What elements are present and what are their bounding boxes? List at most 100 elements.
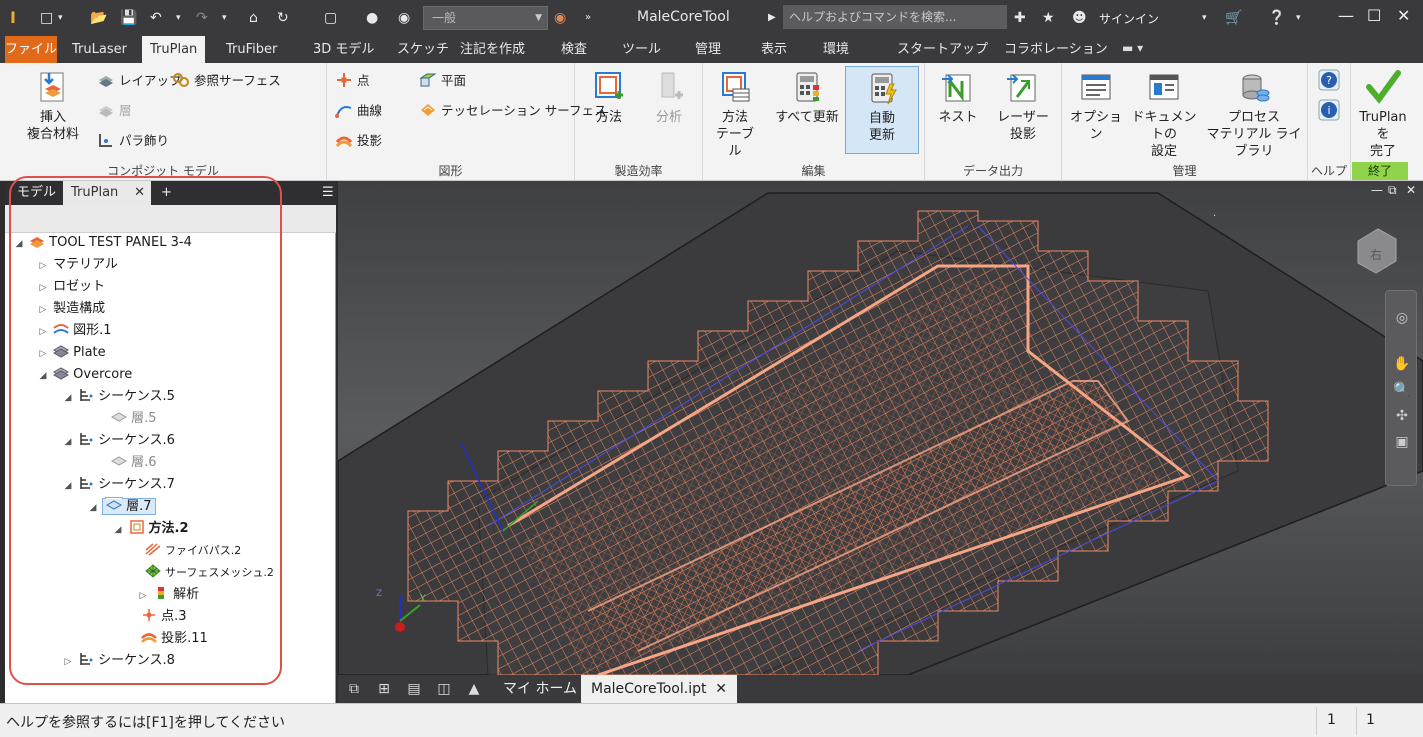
zoom-icon[interactable]: 🔍 bbox=[1386, 377, 1418, 403]
ribbon-display-options-icon[interactable]: ▬ ▾ bbox=[1122, 41, 1143, 55]
tree-node-layer-6[interactable]: 層.6 bbox=[95, 453, 157, 473]
layer-button[interactable]: 層 bbox=[97, 101, 132, 121]
open-file-icon[interactable]: 📂 bbox=[90, 9, 107, 27]
close-tab-icon[interactable]: ✕ bbox=[134, 181, 145, 205]
options-button[interactable]: オプション bbox=[1068, 69, 1124, 143]
expanded-arrow-icon[interactable]: ◢ bbox=[13, 234, 25, 254]
cascade-windows-icon[interactable]: ⧉ bbox=[344, 680, 364, 698]
tab-trulaser[interactable]: TruLaser bbox=[64, 36, 135, 63]
update-all-button[interactable]: すべて更新 bbox=[773, 69, 841, 126]
tab-truplan-browser[interactable]: TruPlan ✕ bbox=[63, 181, 151, 205]
help-dropdown-icon[interactable]: ▾ bbox=[1296, 9, 1301, 27]
ref-surface-button[interactable]: 参照サーフェス bbox=[172, 71, 281, 91]
tab-trufiber[interactable]: TruFiber bbox=[218, 36, 285, 63]
binoculars-icon[interactable]: ✚ bbox=[1014, 9, 1026, 27]
info-icon[interactable]: i bbox=[1318, 99, 1340, 121]
projection-button[interactable]: 投影 bbox=[335, 131, 382, 151]
tab-document[interactable]: MaleCoreTool.ipt ✕ bbox=[581, 675, 737, 703]
more-icon[interactable]: » bbox=[585, 9, 591, 27]
help-question-icon[interactable]: ? bbox=[1318, 69, 1340, 91]
collapsed-arrow-icon[interactable]: ▷ bbox=[37, 278, 49, 298]
collapsed-arrow-icon[interactable]: ▷ bbox=[37, 256, 49, 276]
tree-node-overcore[interactable]: ◢ Overcore bbox=[37, 365, 133, 386]
tree-node-material[interactable]: ▷ マテリアル bbox=[37, 255, 118, 275]
new-dropdown-icon[interactable]: ▾ bbox=[58, 9, 63, 27]
collapsed-arrow-icon[interactable]: ▷ bbox=[62, 652, 74, 672]
auto-update-button[interactable]: 自動 更新 bbox=[845, 66, 919, 154]
tree-node-method-2[interactable]: ◢ 方法.2 bbox=[112, 519, 189, 539]
home-icon[interactable]: ⌂ bbox=[249, 9, 258, 27]
tab-my-home[interactable]: マイ ホーム bbox=[493, 675, 587, 703]
undo-dropdown-icon[interactable]: ▾ bbox=[176, 9, 181, 27]
expanded-arrow-icon[interactable]: ◢ bbox=[37, 366, 49, 386]
tree-node-analysis[interactable]: ▷ 解析 bbox=[137, 585, 199, 605]
tree-node-root[interactable]: ◢ TOOL TEST PANEL 3-4 bbox=[13, 233, 192, 253]
appearance-icon[interactable]: ● bbox=[366, 9, 378, 27]
tab-tools[interactable]: ツール bbox=[614, 36, 669, 63]
help-search-input[interactable]: ヘルプおよびコマンドを検索... bbox=[783, 5, 1007, 29]
tree-node-sequence-7[interactable]: ◢ シーケンス.7 bbox=[62, 475, 175, 495]
tree-node-sequence-6[interactable]: ◢ シーケンス.6 bbox=[62, 431, 175, 451]
maximize-icon[interactable]: ☐ bbox=[1367, 6, 1381, 25]
arrange-up-icon[interactable]: ▲ bbox=[464, 680, 484, 698]
tree-node-manufacturing[interactable]: ▷ 製造構成 bbox=[37, 299, 106, 319]
select-icon[interactable]: ▢ bbox=[324, 9, 337, 27]
pan-hand-icon[interactable]: ✋ bbox=[1386, 351, 1418, 377]
nest-button[interactable]: ネスト bbox=[933, 69, 983, 126]
tab-model[interactable]: モデル bbox=[9, 181, 64, 205]
tile-vertical-icon[interactable]: ◫ bbox=[434, 680, 454, 698]
tree-node-plate[interactable]: ▷ Plate bbox=[37, 343, 106, 363]
method-button[interactable]: 方法 bbox=[587, 69, 631, 126]
collapsed-arrow-icon[interactable]: ▷ bbox=[37, 344, 49, 364]
tree-node-surface-mesh[interactable]: サーフェスメッシュ.2 bbox=[145, 563, 274, 583]
tree-node-shape[interactable]: ▷ 図形.1 bbox=[37, 321, 112, 341]
collapsed-arrow-icon[interactable]: ▷ bbox=[137, 586, 149, 606]
tree-node-fiber-path[interactable]: ファイバパス.2 bbox=[145, 541, 241, 561]
tab-3d-model[interactable]: 3D モデル bbox=[305, 36, 382, 63]
color-wheel-icon[interactable]: ◉ bbox=[554, 9, 566, 27]
tab-sketch[interactable]: スケッチ bbox=[389, 36, 457, 63]
new-file-icon[interactable]: □ bbox=[40, 9, 53, 27]
close-document-icon[interactable]: ✕ bbox=[715, 675, 727, 703]
tile-windows-icon[interactable]: ⊞ bbox=[374, 680, 394, 698]
tab-file[interactable]: ファイル bbox=[5, 36, 57, 63]
tree-node-sequence-5[interactable]: ◢ シーケンス.5 bbox=[62, 387, 175, 407]
look-at-icon[interactable]: ▣ bbox=[1386, 429, 1418, 455]
orbit-icon[interactable]: ✣ bbox=[1386, 403, 1418, 429]
close-icon[interactable]: ✕ bbox=[1397, 6, 1410, 25]
layup-button[interactable]: レイアップ bbox=[97, 71, 182, 91]
analysis-button[interactable]: 分析 bbox=[647, 69, 691, 126]
expanded-arrow-icon[interactable]: ◢ bbox=[62, 476, 74, 496]
tab-annotate[interactable]: 注記を作成 bbox=[452, 36, 533, 63]
tree-node-layer-7[interactable]: ◢ 層.7 bbox=[87, 497, 333, 517]
expanded-arrow-icon[interactable]: ◢ bbox=[62, 388, 74, 408]
tile-horizontal-icon[interactable]: ▤ bbox=[404, 680, 424, 698]
tab-inspect[interactable]: 検査 bbox=[553, 36, 595, 63]
tab-manage[interactable]: 管理 bbox=[687, 36, 729, 63]
plane-button[interactable]: 平面 bbox=[419, 71, 466, 91]
document-settings-button[interactable]: ドキュメントの 設定 bbox=[1126, 69, 1202, 160]
redo-dropdown-icon[interactable]: ▾ bbox=[222, 9, 227, 27]
curve-button[interactable]: 曲線 bbox=[335, 101, 382, 121]
add-tab-button[interactable]: + bbox=[153, 181, 180, 205]
laser-projection-button[interactable]: レーザー 投影 bbox=[993, 69, 1053, 143]
pare-button[interactable]: パラ飾り bbox=[97, 131, 169, 151]
tab-collaboration[interactable]: コラボレーション bbox=[996, 36, 1116, 63]
finish-truplan-button[interactable]: TruPlan を 完了 bbox=[1353, 69, 1413, 160]
user-icon[interactable]: ☻ bbox=[1072, 9, 1087, 27]
collapsed-arrow-icon[interactable]: ▷ bbox=[37, 322, 49, 342]
signin-link[interactable]: サインイン bbox=[1099, 10, 1159, 27]
tree-node-layer-5[interactable]: 層.5 bbox=[95, 409, 157, 429]
tab-view[interactable]: 表示 bbox=[753, 36, 795, 63]
viewport-minimize-icon[interactable]: — bbox=[1371, 183, 1383, 197]
method-table-button[interactable]: 方法 テーブル bbox=[711, 69, 759, 160]
favorites-star-icon[interactable]: ★ bbox=[1042, 9, 1055, 27]
tree-node-projection-11[interactable]: 投影.11 bbox=[125, 629, 208, 649]
tree-node-sequence-8[interactable]: ▷ シーケンス.8 bbox=[62, 651, 175, 671]
viewport-close-icon[interactable]: ✕ bbox=[1406, 183, 1416, 197]
insert-composite-button[interactable]: 挿入 複合材料 bbox=[20, 69, 86, 143]
steering-wheel-icon[interactable]: ◎ bbox=[1386, 305, 1418, 331]
tab-startup[interactable]: スタートアップ bbox=[889, 36, 996, 63]
style-combo[interactable]: 一般 ▼ bbox=[423, 6, 548, 30]
minimize-icon[interactable]: — bbox=[1338, 6, 1354, 25]
